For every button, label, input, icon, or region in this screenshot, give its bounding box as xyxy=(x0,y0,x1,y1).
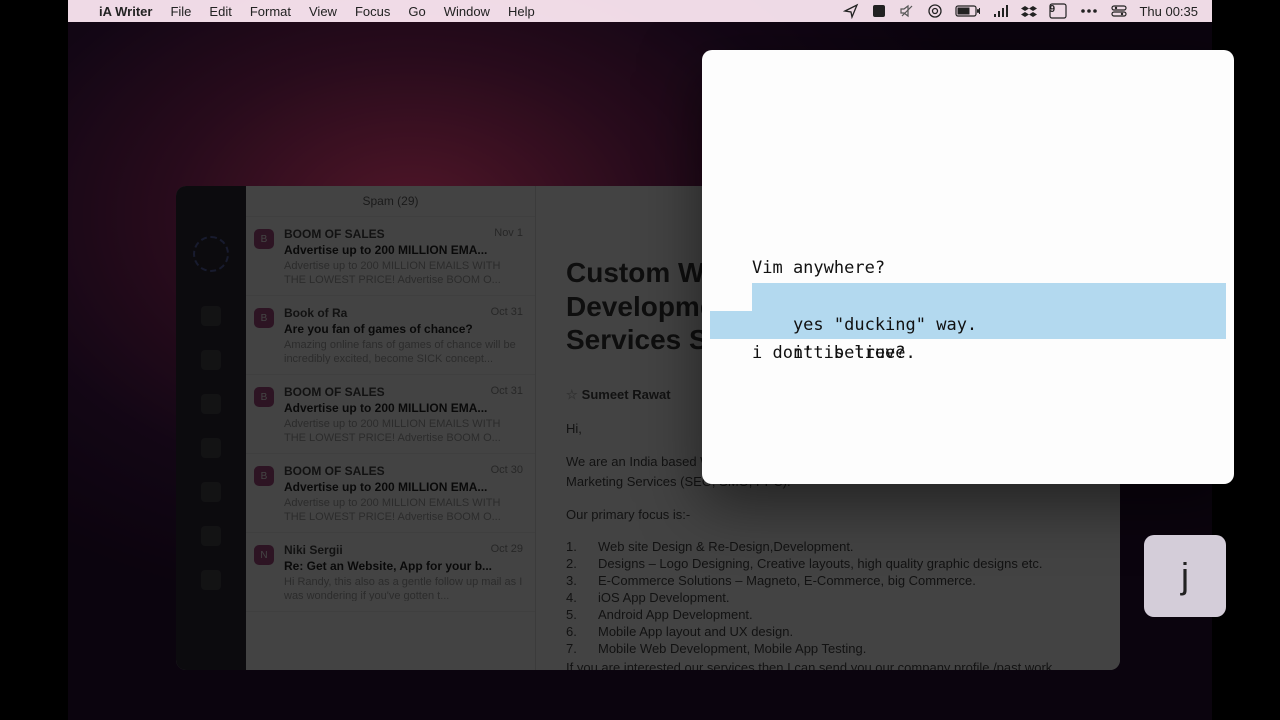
circle-icon[interactable] xyxy=(927,3,943,19)
menu-focus[interactable]: Focus xyxy=(346,0,399,22)
app-menu[interactable]: iA Writer xyxy=(90,0,161,22)
menu-help[interactable]: Help xyxy=(499,0,544,22)
battery-icon[interactable] xyxy=(955,4,981,18)
dropbox-icon[interactable] xyxy=(1021,3,1037,19)
menu-format[interactable]: Format xyxy=(241,0,300,22)
editor-text-area[interactable]: Vim anywhere? yes "ducking" way. i don't… xyxy=(702,226,1234,339)
calendar-icon[interactable]: 9 xyxy=(1049,3,1067,19)
clock[interactable]: Thu 00:35 xyxy=(1139,4,1198,19)
menu-edit[interactable]: Edit xyxy=(200,0,240,22)
menubar: iA Writer File Edit Format View Focus Go… xyxy=(68,0,1212,22)
control-center-icon[interactable] xyxy=(1111,3,1127,19)
menu-view[interactable]: View xyxy=(300,0,346,22)
menu-file[interactable]: File xyxy=(161,0,200,22)
menu-go[interactable]: Go xyxy=(399,0,434,22)
keystroke-key: j xyxy=(1181,555,1189,597)
app-icon-square[interactable] xyxy=(871,3,887,19)
apple-menu[interactable] xyxy=(68,0,90,22)
desktop-wallpaper: iA Writer File Edit Format View Focus Go… xyxy=(68,0,1212,720)
editor-window[interactable]: Vim anywhere? yes "ducking" way. i don't… xyxy=(702,50,1234,484)
signal-icon[interactable] xyxy=(993,3,1009,19)
editor-line: it is true? xyxy=(752,339,906,367)
volume-muted-icon[interactable] xyxy=(899,3,915,19)
more-icon[interactable] xyxy=(1079,4,1099,18)
keystroke-overlay: j xyxy=(1144,535,1226,617)
menu-window[interactable]: Window xyxy=(435,0,499,22)
location-icon[interactable] xyxy=(843,3,859,19)
